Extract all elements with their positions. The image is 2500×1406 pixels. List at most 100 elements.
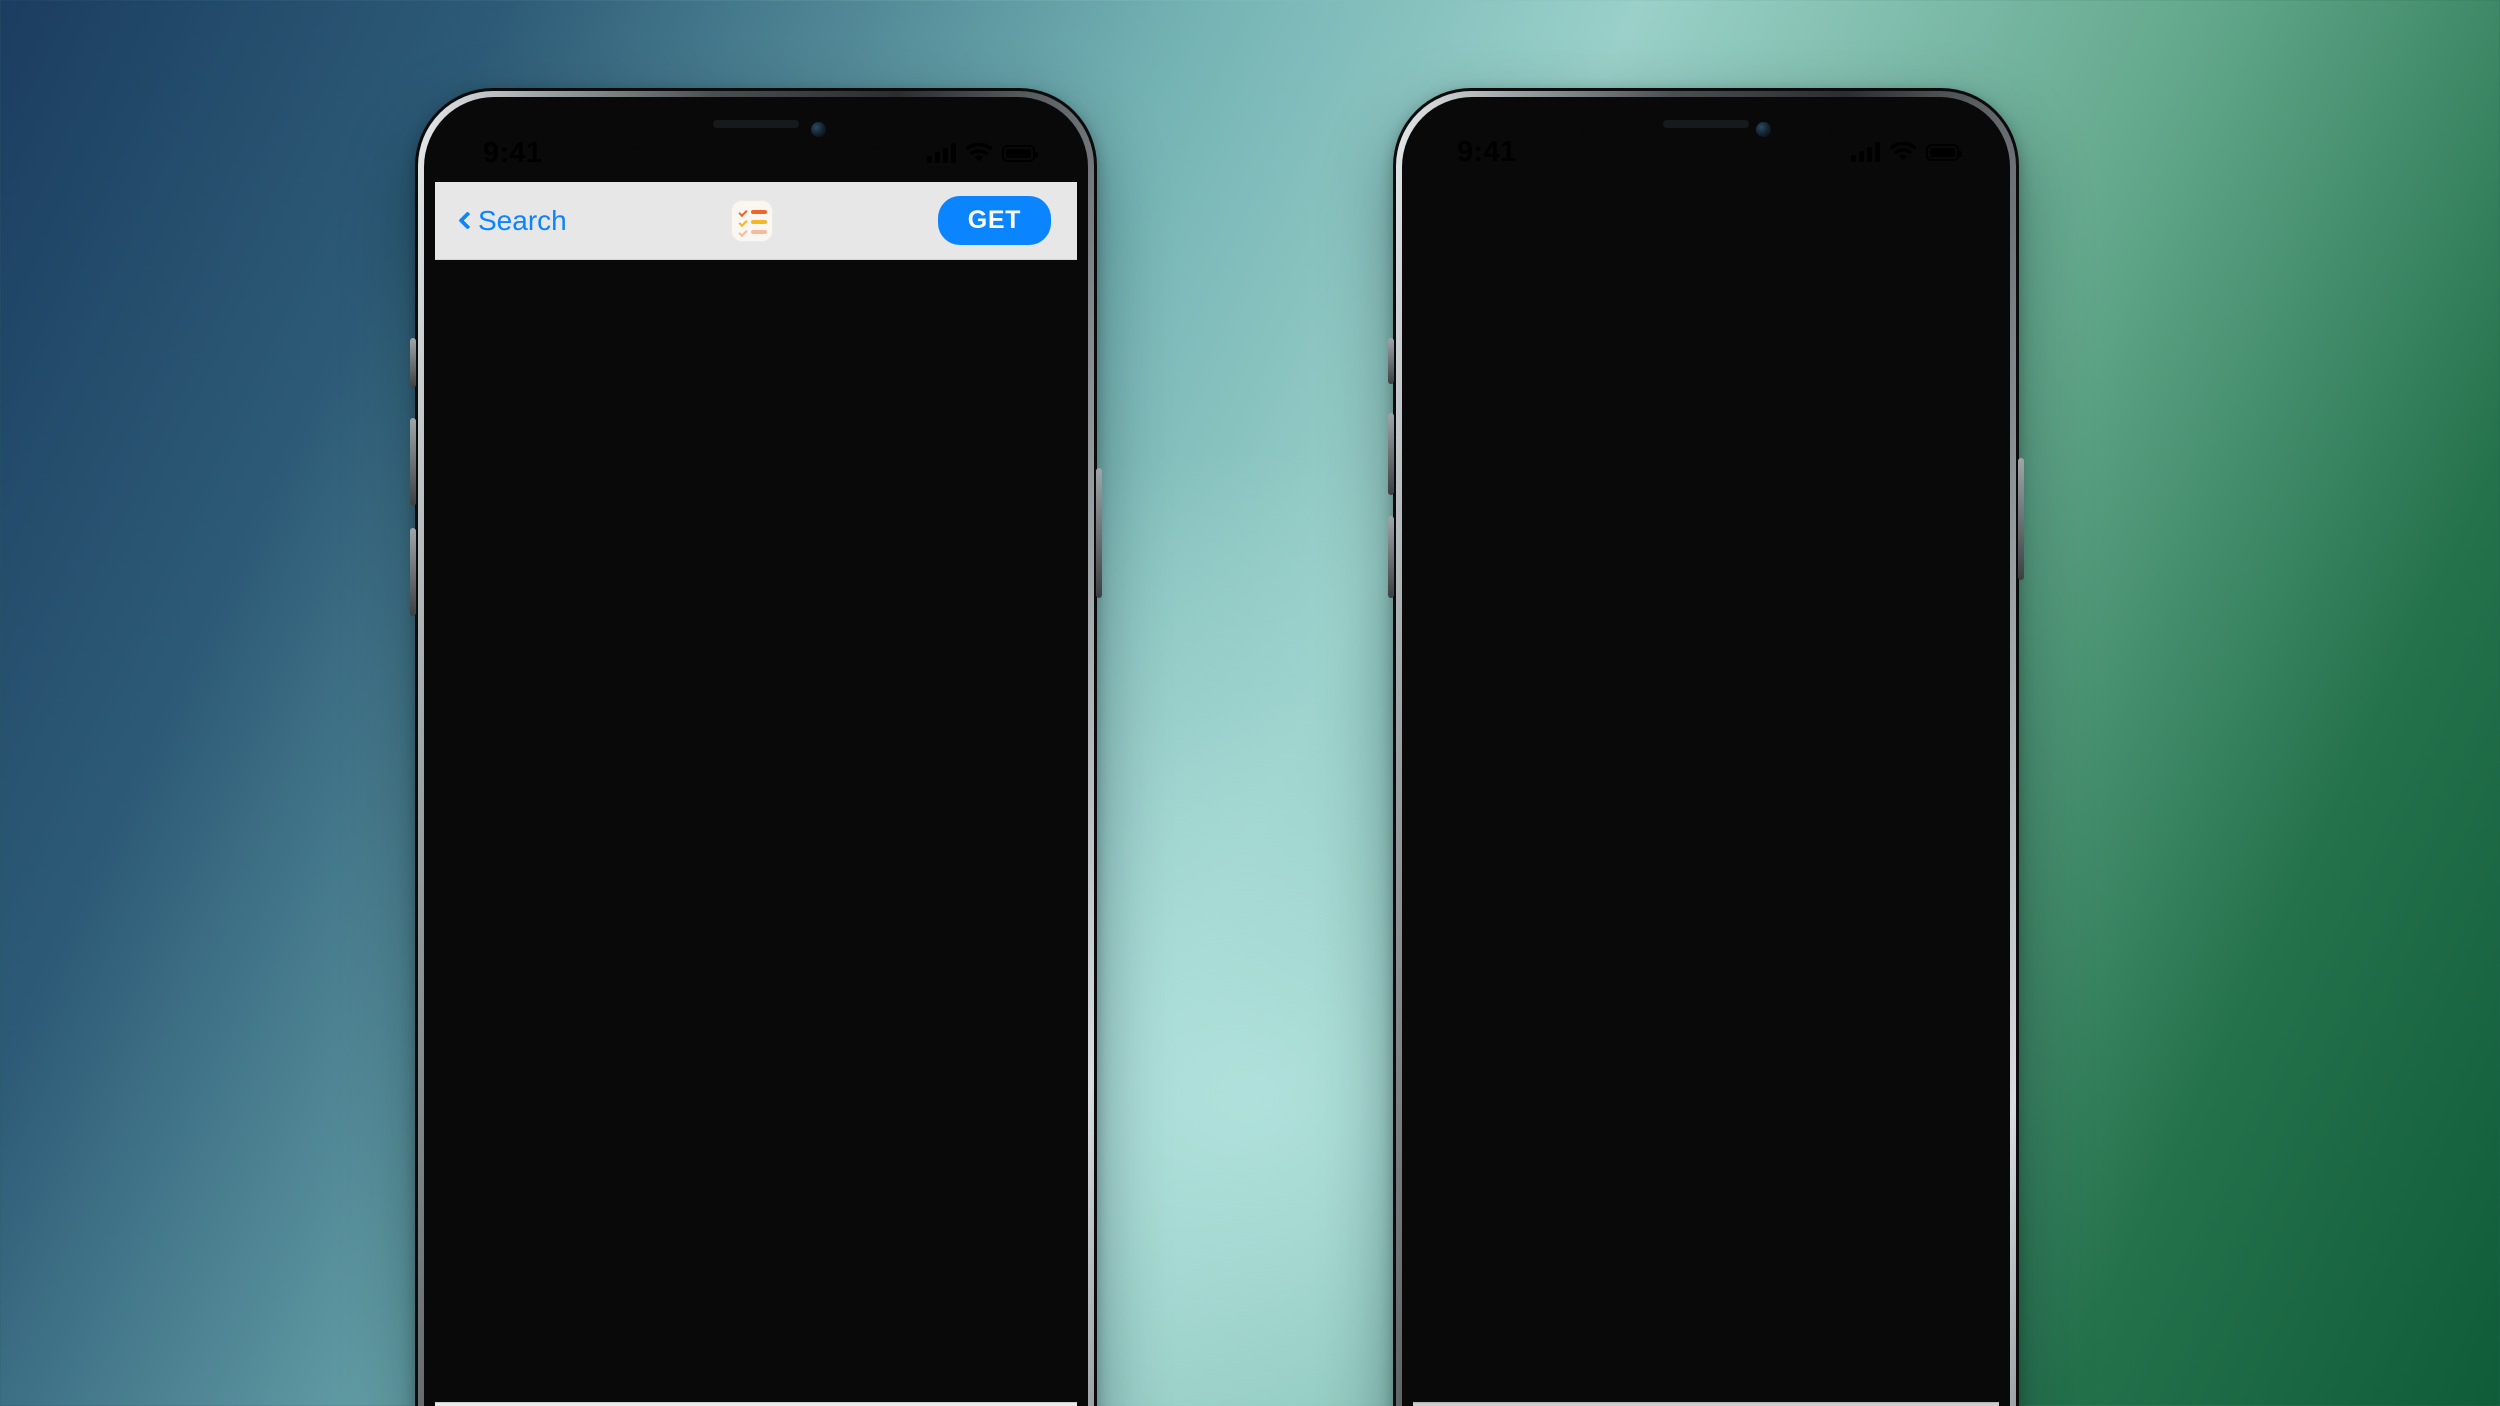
map-pin-photo[interactable] <box>1809 634 1843 668</box>
back-to-search-button[interactable]: Search <box>458 205 567 237</box>
profile-tab-points[interactable]: POINTS <box>1447 480 1483 489</box>
today-feed[interactable]: These sports games are not for the faint… <box>1413 108 1999 1406</box>
list-item[interactable]: Walking Guide Popular walking destinatio… <box>473 1170 1039 1304</box>
right-tab-bar <box>1413 1402 1999 1406</box>
person-nav-icon[interactable] <box>1779 733 1792 746</box>
add-friends-button[interactable] <box>1653 410 1681 438</box>
avatar <box>1589 746 1615 754</box>
feed-post[interactable]: Luke <box>1581 647 1733 754</box>
trip-dates: 08.13–08.24 <box>1765 671 1810 680</box>
right-phone-power-button <box>2018 458 2024 580</box>
section-header-more-by: More by Travel Day See All <box>473 728 1039 818</box>
document-icon <box>1011 673 1037 705</box>
map-pin-photo[interactable] <box>1843 410 1875 444</box>
followers-donut-chart <box>1441 499 1498 589</box>
see-all-link[interactable]: See All <box>955 989 1039 1020</box>
info-row-age-rating[interactable]: Age Rating 4+ <box>473 338 1042 416</box>
followers-label: Followers <box>1443 552 1473 559</box>
comment-icon[interactable] <box>1713 619 1725 631</box>
left-phone-volume-up <box>410 418 416 506</box>
rally-photo <box>1435 880 1977 1180</box>
feed-tab-recent[interactable]: RECENT <box>1600 450 1641 459</box>
photos-label: Photos <box>1477 617 1511 628</box>
what-were-playing-card[interactable]: WHAT WE’RE PLAYING Jump Into the Driver’… <box>1435 880 1977 1180</box>
chevron-down-icon <box>1025 366 1042 382</box>
front-camera-icon <box>811 122 827 137</box>
info-value: No <box>981 439 1016 469</box>
feed-post[interactable]: Jane <box>1581 502 1733 639</box>
social-feed-title: Social Feed <box>1587 374 1699 399</box>
map-pin-photo-active[interactable] <box>1811 446 1849 484</box>
info-row-in-app-purchases[interactable]: In-App Purchases No <box>473 416 1042 494</box>
link-privacy-policy[interactable]: Privacy Policy <box>473 572 1039 650</box>
link-label: Developer Website <box>473 517 701 547</box>
compass-nav-icon[interactable] <box>1839 733 1852 746</box>
app-name: TripTrek <box>592 1054 695 1085</box>
see-all-link[interactable]: See All <box>955 768 1039 799</box>
heart-icon[interactable] <box>1695 619 1707 631</box>
info-row-language[interactable]: Language English and 7 more <box>473 260 1042 338</box>
get-button[interactable]: GET <box>918 847 1039 899</box>
list-item[interactable]: Fine Foodie Eat like a local. GET <box>473 818 1039 940</box>
link-license-agreement[interactable]: License Agreement <box>473 650 1039 728</box>
compass-nav-icon[interactable] <box>1651 733 1664 746</box>
left-phone-screen: 9:41 Search GET Language English and 7 m… <box>435 108 1077 1406</box>
screenshot-map-nav <box>1755 724 1875 754</box>
avatar <box>1589 603 1615 629</box>
triptrek-ad-card[interactable]: e r since May 2017 POINTS ABOUT YOU 13k … <box>1435 346 1977 858</box>
compass-nav-icon[interactable] <box>1464 733 1477 746</box>
app-subtitle: Popular walking destinations. <box>579 1242 877 1268</box>
signal-bars-icon <box>927 143 956 163</box>
get-button[interactable]: GET <box>918 1211 1039 1263</box>
ad-app-subtitle: Travel, track, and share. <box>1589 811 1815 835</box>
ad-card-footer[interactable]: t TripTrek Ad Travel, track, and share. … <box>1435 754 1977 858</box>
status-time: 9:41 <box>1457 135 1517 168</box>
photos-icon <box>1490 602 1502 612</box>
card-kicker: WHAT WE’RE PLAYING <box>1463 910 1729 932</box>
app-name: Walking Guide <box>579 1205 761 1236</box>
left-phone-notch <box>621 108 891 150</box>
activity-line-chart <box>1441 667 1559 714</box>
list-item[interactable]: t TripTrek Travel, track, and share. Ad <box>467 1039 1045 1170</box>
map-route <box>1824 429 1865 652</box>
walking-pin-icon <box>473 1196 555 1278</box>
screenshot-profile-nav <box>1441 724 1559 754</box>
food-pin-icon <box>473 832 555 914</box>
followers-unit: k <box>1461 538 1469 550</box>
add-stop-button[interactable] <box>1830 658 1845 673</box>
gear-icon <box>1536 415 1548 426</box>
link-developer-website[interactable]: Developer Website <box>473 494 1039 572</box>
ad-app-name: TripTrek <box>1537 776 1632 806</box>
post-photo-mountains <box>1581 502 1733 609</box>
wifi-icon <box>1890 142 1916 161</box>
get-button[interactable]: GET <box>905 1077 1026 1128</box>
section-divider <box>473 948 1039 949</box>
feed-tab-popular[interactable]: POPULAR <box>1667 450 1714 459</box>
back-chevron-icon[interactable] <box>1764 412 1776 424</box>
product-page-scroll[interactable]: Language English and 7 more Age Rating 4… <box>435 260 1077 1402</box>
list-nav-icon[interactable] <box>1707 733 1720 746</box>
profile-tab-about-you[interactable]: ABOUT YOU <box>1495 480 1551 489</box>
map-pin-photo[interactable] <box>1847 516 1875 548</box>
right-phone-frame: These sports games are not for the faint… <box>1388 88 2024 1406</box>
list-nav-icon[interactable] <box>1523 733 1536 746</box>
screenshot-profile: e r since May 2017 POINTS ABOUT YOU 13k … <box>1441 376 1559 754</box>
person-nav-icon[interactable] <box>1595 733 1608 746</box>
followers-value: 13 <box>1443 532 1462 551</box>
right-phone-screen: These sports games are not for the faint… <box>1413 108 1999 1406</box>
section-title: More by Travel Day <box>473 762 767 799</box>
battery-icon <box>1002 144 1038 162</box>
info-value: English and 7 more <box>783 283 1016 313</box>
front-camera-icon <box>1756 122 1771 137</box>
get-button[interactable]: GET <box>1834 780 1955 832</box>
screenshot-stage: 9:41 Search GET Language English and 7 m… <box>0 0 2500 1406</box>
left-phone-frame: 9:41 Search GET Language English and 7 m… <box>410 88 1102 1406</box>
triptrek-icon: t <box>1457 775 1519 837</box>
wifi-icon <box>966 143 992 162</box>
left-phone-side-button <box>410 338 416 388</box>
get-button[interactable]: GET <box>937 196 1051 245</box>
map-pin-photo[interactable] <box>1807 546 1841 580</box>
right-phone-side-button <box>1388 338 1394 384</box>
left-tab-bar <box>435 1402 1077 1406</box>
battery-icon <box>1926 143 1962 161</box>
